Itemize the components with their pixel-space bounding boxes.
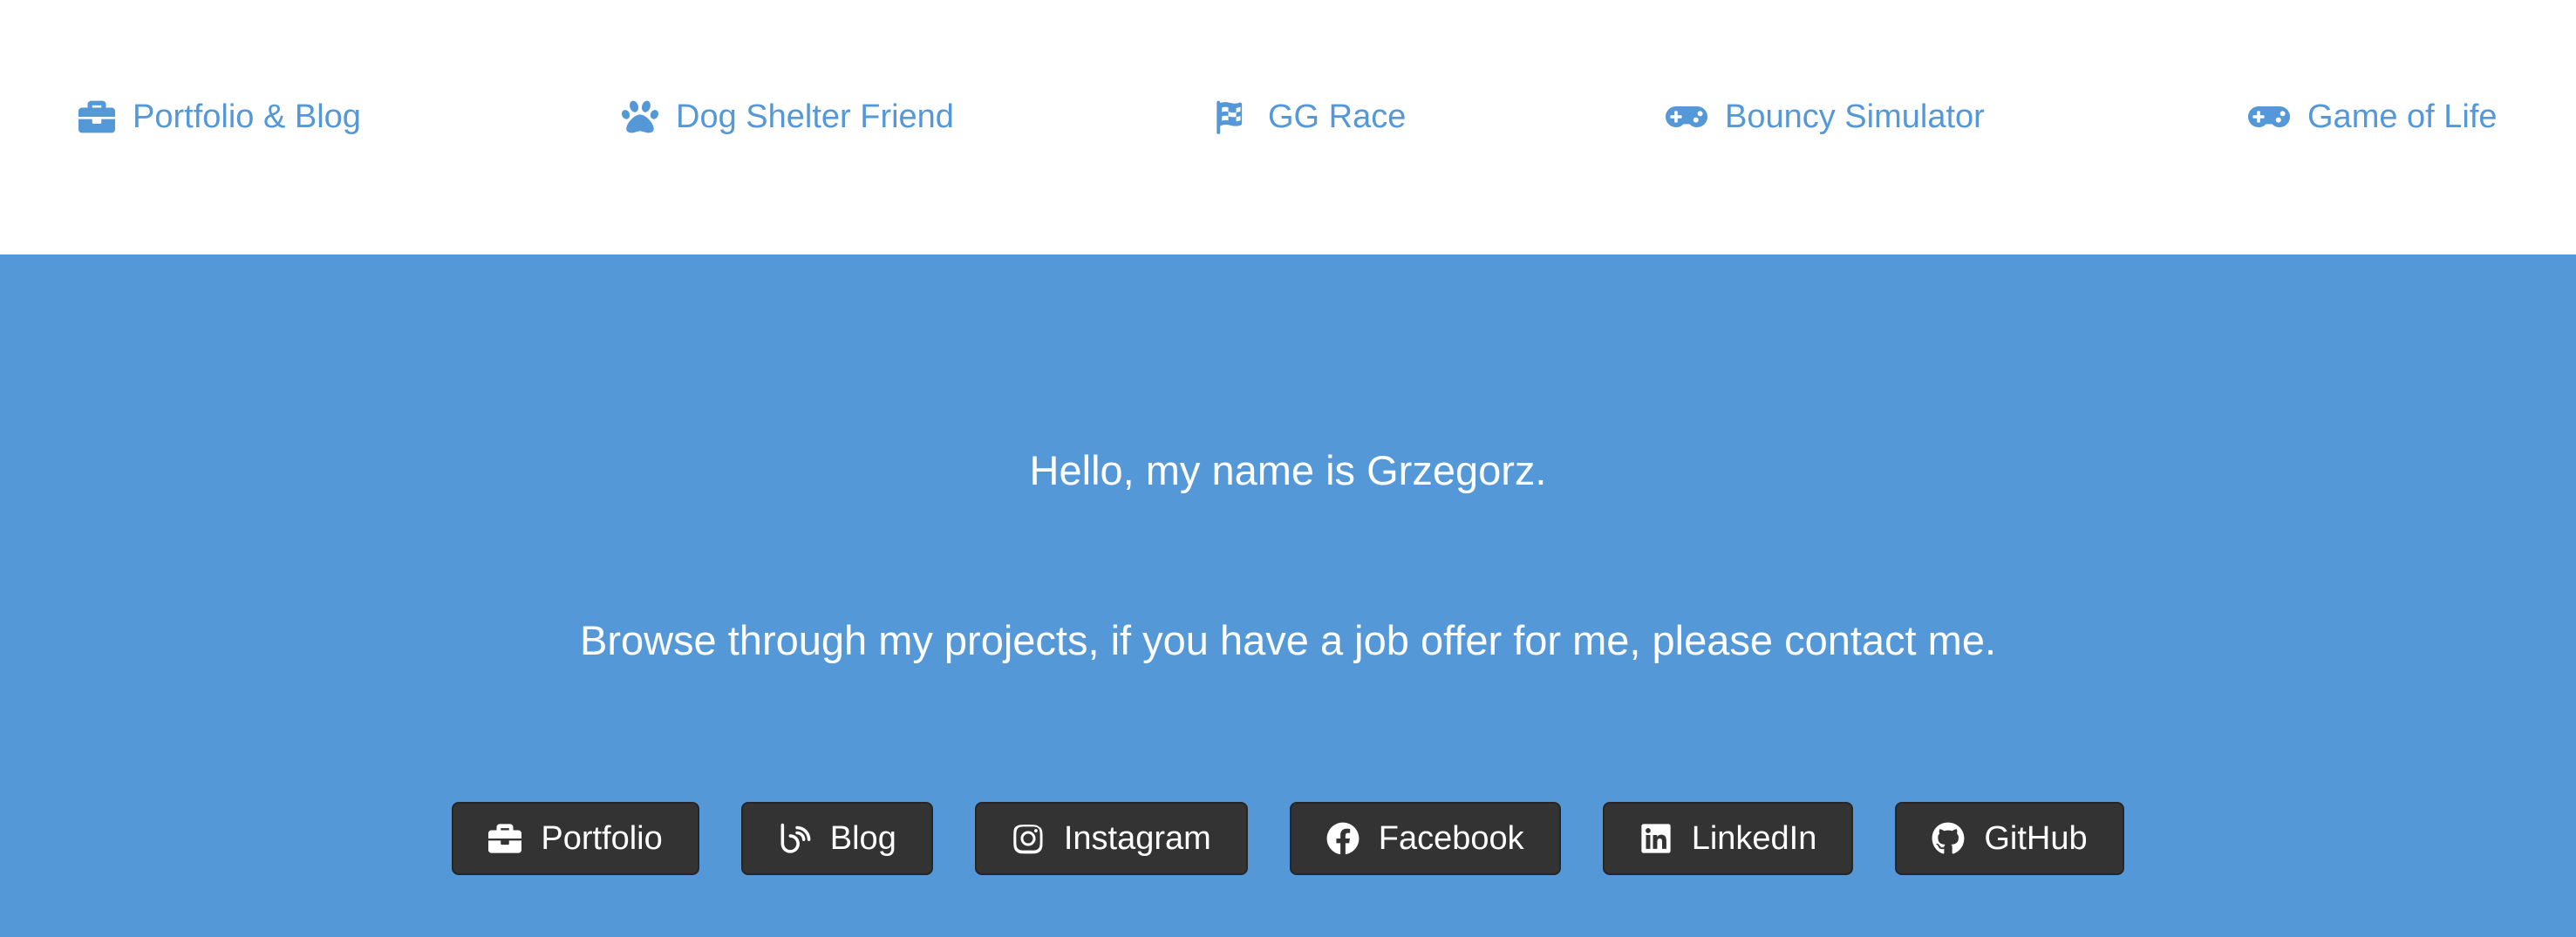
nav-link-gg-race[interactable]: GG Race (1214, 91, 1406, 143)
button-label: LinkedIn (1691, 819, 1817, 857)
nav-link-portfolio-blog[interactable]: Portfolio & Blog (78, 91, 361, 143)
nav-link-label: Game of Life (2307, 98, 2498, 135)
nav-link-label: Dog Shelter Friend (676, 98, 954, 135)
button-label: Instagram (1063, 819, 1211, 857)
github-icon (1932, 822, 1965, 855)
tagline-text: Browse through my projects, if you have … (579, 617, 1997, 663)
social-buttons: Portfolio Blog Instagram Facebook Linked… (0, 802, 2576, 875)
nav-link-bouncy-simulator[interactable]: Bouncy Simulator (1666, 91, 1985, 143)
github-button[interactable]: GitHub (1895, 802, 2124, 875)
nav-link-label: Portfolio & Blog (133, 98, 361, 135)
nav-link-label: Bouncy Simulator (1725, 98, 1985, 135)
nav-link-dog-shelter-friend[interactable]: Dog Shelter Friend (622, 91, 954, 143)
briefcase-icon (488, 822, 522, 855)
nav-link-game-of-life[interactable]: Game of Life (2248, 91, 2498, 143)
briefcase-icon (78, 98, 115, 135)
instagram-button[interactable]: Instagram (974, 802, 1248, 875)
button-label: Portfolio (541, 819, 663, 857)
gamepad-icon (1666, 98, 1707, 135)
hero-section: Hello, my name is Grzegorz. Browse throu… (0, 255, 2576, 937)
flag-checkered-icon (1214, 98, 1251, 135)
paw-icon (622, 98, 658, 135)
nav-link-label: GG Race (1268, 98, 1407, 135)
top-navigation: Portfolio & Blog Dog Shelter Friend GG R… (0, 0, 2576, 255)
blog-button[interactable]: Blog (740, 802, 933, 875)
button-label: GitHub (1984, 819, 2088, 857)
button-label: Blog (829, 819, 896, 857)
portfolio-button[interactable]: Portfolio (452, 802, 699, 875)
greeting-text: Hello, my name is Grzegorz. (1029, 447, 1547, 493)
facebook-button[interactable]: Facebook (1289, 802, 1561, 875)
gamepad-icon (2248, 98, 2290, 135)
linkedin-icon (1639, 822, 1673, 855)
blog-icon (778, 822, 811, 855)
facebook-icon (1326, 822, 1360, 855)
instagram-icon (1012, 822, 1045, 855)
linkedin-button[interactable]: LinkedIn (1602, 802, 1854, 875)
button-label: Facebook (1378, 819, 1524, 857)
